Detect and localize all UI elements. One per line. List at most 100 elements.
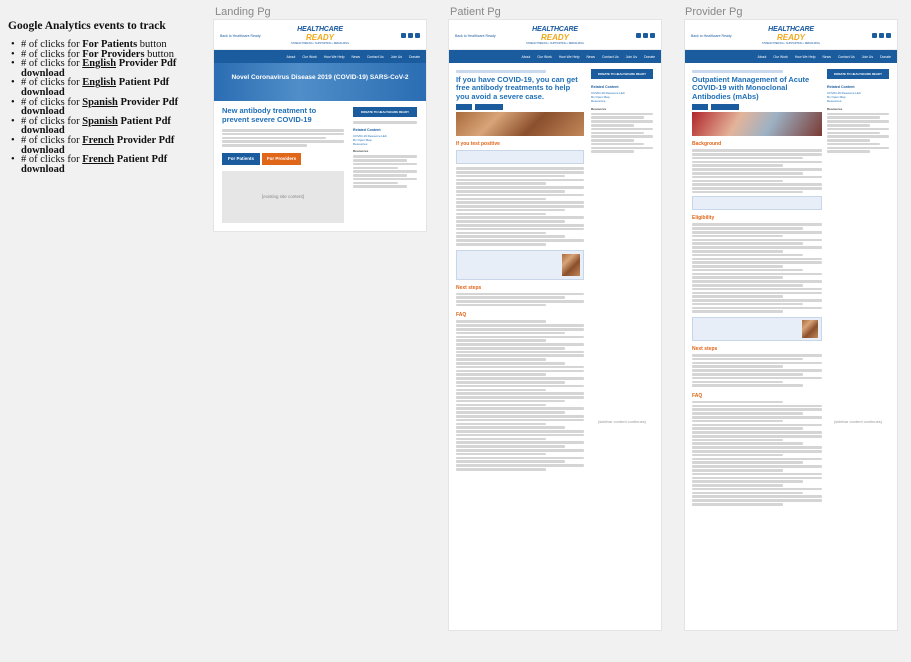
nav-join[interactable]: Join Us xyxy=(391,55,402,59)
nav-how-we-help[interactable]: How We Help xyxy=(795,55,816,59)
resources-title: Resources xyxy=(827,106,843,111)
social-icons xyxy=(872,33,891,38)
hero-title: Novel Coronavirus Disease 2019 (COVID-19… xyxy=(231,74,409,81)
nav-news[interactable]: News xyxy=(586,55,594,59)
provider-label: Provider Pg xyxy=(685,6,743,18)
nav-contact[interactable]: Contact Us xyxy=(367,55,384,59)
nav-about[interactable]: About xyxy=(286,55,295,59)
notes-item-language: French xyxy=(82,154,115,166)
nav-our-work[interactable]: Our Work xyxy=(302,55,316,59)
donate-button[interactable]: DONATE TO HEALTHCARE READY xyxy=(353,107,417,117)
patient-label: Patient Pg xyxy=(450,6,501,18)
main-nav: About Our Work How We Help News Contact … xyxy=(685,50,897,63)
nav-about[interactable]: About xyxy=(521,55,530,59)
notes-item-language: French xyxy=(82,134,115,146)
analytics-notes: Google Analytics events to track # of cl… xyxy=(8,20,208,174)
site-header: Back to Healthcare Ready HEALTHCARE READ… xyxy=(685,24,897,50)
donate-button[interactable]: DONATE TO HEALTHCARE READY xyxy=(591,69,653,79)
section-faq: FAQ xyxy=(456,312,467,319)
nav-how-we-help[interactable]: How We Help xyxy=(559,55,580,59)
back-link[interactable]: Back to Healthcare Ready xyxy=(220,34,261,38)
hero-banner: Novel Coronavirus Disease 2019 (COVID-19… xyxy=(214,63,426,101)
nav-join[interactable]: Join Us xyxy=(626,55,637,59)
notes-item: # of clicks for Spanish Provider Pdf dow… xyxy=(8,97,208,117)
linkedin-icon[interactable] xyxy=(415,33,420,38)
healthcare-ready-logo[interactable]: HEALTHCARE READY STRENGTHENING • SUPPORT… xyxy=(521,26,589,46)
nav-our-work[interactable]: Our Work xyxy=(537,55,551,59)
section-next-steps: Next steps xyxy=(456,284,482,291)
section-next-steps: Next steps xyxy=(692,346,718,353)
nav-donate[interactable]: Donate xyxy=(880,55,891,59)
notes-item: # of clicks for English Patient Pdf down… xyxy=(8,77,208,98)
landing-headline: New antibody treatment to prevent severe… xyxy=(222,106,317,124)
donate-button[interactable]: DONATE TO HEALTHCARE READY xyxy=(827,69,889,79)
nav-contact[interactable]: Contact Us xyxy=(602,55,619,59)
download-pdf-button[interactable] xyxy=(711,104,739,111)
related-link[interactable]: Resources xyxy=(827,99,889,103)
nav-about[interactable]: About xyxy=(757,55,766,59)
facebook-icon[interactable] xyxy=(401,33,406,38)
back-link[interactable]: Back to Healthcare Ready xyxy=(691,34,732,38)
hero-photo xyxy=(692,112,822,137)
existing-site-content: [existing site content] xyxy=(222,170,344,223)
sidebar-continues-note: (sidebar content continues) xyxy=(833,419,883,424)
site-header: Back to Healthcare Ready HEALTHCARE READ… xyxy=(449,24,661,50)
social-icons xyxy=(401,33,420,38)
for-providers-button[interactable]: For Providers xyxy=(262,152,301,165)
related-link[interactable]: Resources xyxy=(591,99,653,103)
nav-donate[interactable]: Donate xyxy=(644,55,655,59)
social-icons xyxy=(636,33,655,38)
notes-item-language: Spanish xyxy=(82,115,118,127)
share-button[interactable] xyxy=(456,104,472,111)
patient-headline: If you have COVID-19, you can get free a… xyxy=(456,74,578,101)
nav-join[interactable]: Join Us xyxy=(862,55,873,59)
back-link[interactable]: Back to Healthcare Ready xyxy=(455,34,496,38)
nav-contact[interactable]: Contact Us xyxy=(838,55,855,59)
logo-bottom: READY xyxy=(540,33,569,42)
site-header: Back to Healthcare Ready HEALTHCARE READ… xyxy=(214,24,426,50)
nav-donate[interactable]: Donate xyxy=(409,55,420,59)
callout-box xyxy=(456,150,584,165)
for-patients-button[interactable]: For Patients xyxy=(222,152,260,165)
facebook-icon[interactable] xyxy=(872,33,877,38)
twitter-icon[interactable] xyxy=(879,33,884,38)
section-faq: FAQ xyxy=(692,392,703,399)
facebook-icon[interactable] xyxy=(636,33,641,38)
nav-news[interactable]: News xyxy=(351,55,359,59)
notes-item-language: English xyxy=(82,77,117,89)
quote-box xyxy=(456,249,584,280)
logo-bottom: READY xyxy=(776,33,805,42)
patient-page-mockup: Back to Healthcare Ready HEALTHCARE READ… xyxy=(449,20,661,630)
nav-news[interactable]: News xyxy=(822,55,830,59)
linkedin-icon[interactable] xyxy=(886,33,891,38)
landing-label: Landing Pg xyxy=(215,6,271,18)
share-button[interactable] xyxy=(692,104,708,111)
nav-our-work[interactable]: Our Work xyxy=(773,55,787,59)
related-content-title: Related Content xyxy=(827,85,855,89)
quote-box xyxy=(692,317,822,342)
section-eligibility: Eligibility xyxy=(692,215,715,222)
resources-title: Resources xyxy=(591,106,607,111)
resources-title: Resources xyxy=(353,149,369,154)
related-content-title: Related Content xyxy=(353,127,381,132)
provider-headline: Outpatient Management of Acute COVID-19 … xyxy=(692,74,810,101)
doctor-photo xyxy=(802,320,818,339)
download-pdf-button[interactable] xyxy=(475,104,503,111)
healthcare-ready-logo[interactable]: HEALTHCARE READY STRENGTHENING • SUPPORT… xyxy=(757,26,825,46)
related-link[interactable]: Resources xyxy=(353,142,417,146)
logo-tag: STRENGTHENING • SUPPORTING • REBUILDING xyxy=(762,42,820,45)
section-if-positive: If you test positive xyxy=(456,141,500,148)
notes-item: # of clicks for French Provider Pdf down… xyxy=(8,134,208,155)
callout-box xyxy=(692,196,822,211)
main-nav: About Our Work How We Help News Contact … xyxy=(214,50,426,63)
twitter-icon[interactable] xyxy=(408,33,413,38)
linkedin-icon[interactable] xyxy=(650,33,655,38)
twitter-icon[interactable] xyxy=(643,33,648,38)
healthcare-ready-logo[interactable]: HEALTHCARE READY STRENGTHENING • SUPPORT… xyxy=(286,26,354,46)
main-nav: About Our Work How We Help News Contact … xyxy=(449,50,661,63)
hero-photo xyxy=(456,112,584,137)
doctor-photo xyxy=(562,253,580,276)
notes-item: # of clicks for English Provider Pdf dow… xyxy=(8,58,208,78)
nav-how-we-help[interactable]: How We Help xyxy=(324,55,345,59)
related-content-title: Related Content xyxy=(591,85,619,89)
